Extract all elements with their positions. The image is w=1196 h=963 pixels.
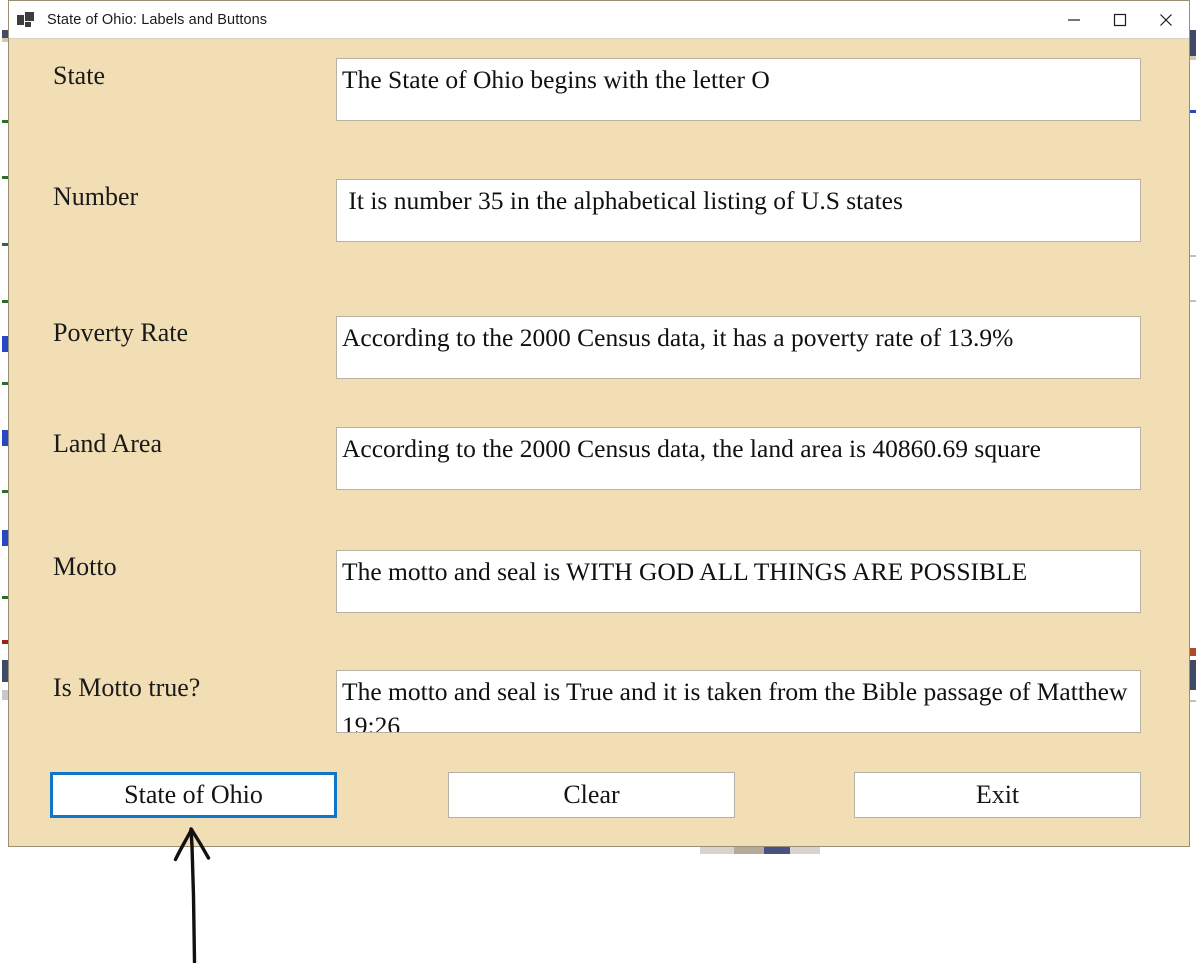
label-land-area: Land Area bbox=[53, 429, 163, 458]
application-window: State of Ohio: Labels and Buttons State … bbox=[8, 0, 1190, 847]
label-motto: Motto bbox=[53, 552, 117, 581]
window-controls bbox=[1051, 1, 1189, 39]
maximize-icon bbox=[1113, 13, 1127, 27]
close-icon bbox=[1160, 14, 1172, 26]
label-state: State bbox=[53, 61, 105, 90]
minimize-button[interactable] bbox=[1051, 1, 1097, 39]
textbox-is-motto-true[interactable]: The motto and seal is True and it is tak… bbox=[336, 670, 1141, 733]
minimize-icon bbox=[1068, 19, 1080, 21]
maximize-button[interactable] bbox=[1097, 1, 1143, 39]
label-poverty-rate: Poverty Rate bbox=[53, 318, 189, 347]
textbox-land-area[interactable]: According to the 2000 Census data, the l… bbox=[336, 427, 1141, 490]
label-is-motto-true: Is Motto true? bbox=[53, 673, 201, 702]
textbox-motto[interactable]: The motto and seal is WITH GOD ALL THING… bbox=[336, 550, 1141, 613]
title-bar[interactable]: State of Ohio: Labels and Buttons bbox=[9, 1, 1189, 39]
textbox-state[interactable]: The State of Ohio begins with the letter… bbox=[336, 58, 1141, 121]
clear-button[interactable]: Clear bbox=[448, 772, 735, 818]
label-number: Number bbox=[53, 182, 139, 211]
exit-button[interactable]: Exit bbox=[854, 772, 1141, 818]
app-windows-icon bbox=[17, 10, 39, 30]
textbox-poverty-rate[interactable]: According to the 2000 Census data, it ha… bbox=[336, 316, 1141, 379]
background-sliver bbox=[700, 847, 820, 854]
window-title: State of Ohio: Labels and Buttons bbox=[47, 11, 268, 28]
textbox-number[interactable]: It is number 35 in the alphabetical list… bbox=[336, 179, 1141, 242]
close-button[interactable] bbox=[1143, 1, 1189, 39]
state-of-ohio-button[interactable]: State of Ohio bbox=[50, 772, 337, 818]
background-sliver bbox=[0, 0, 8, 847]
